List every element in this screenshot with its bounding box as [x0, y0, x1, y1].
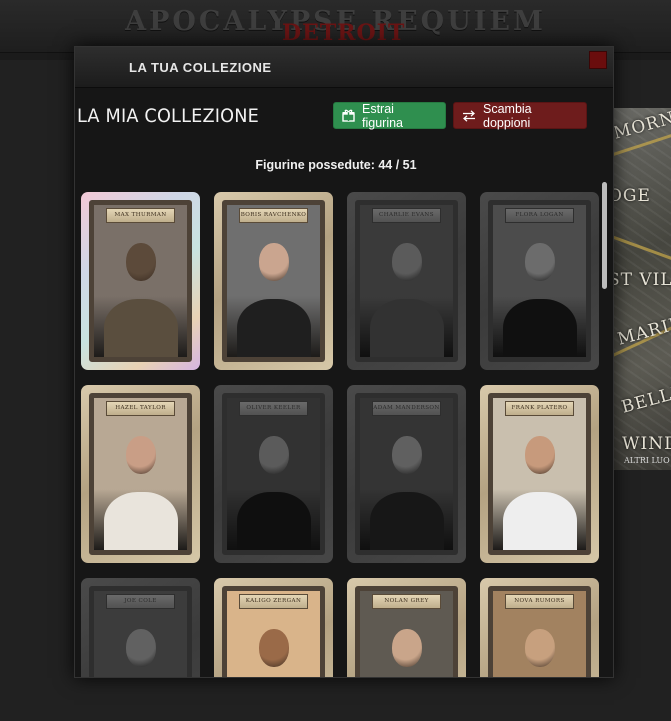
card-name-plate: HAZEL TAYLOR — [106, 401, 175, 416]
card-grid: MAX THURMAN BORIS RAVCHENKO CHARLIE EVANS F… — [81, 192, 601, 677]
map-label-st-vill: ST VILL — [612, 270, 671, 290]
scrollbar-thumb[interactable] — [602, 182, 607, 289]
collection-card[interactable]: JOE COLE — [81, 578, 200, 677]
card-frame: BORIS RAVCHENKO — [222, 200, 325, 362]
gift-icon — [342, 109, 355, 122]
card-frame: OLIVER KEELER — [222, 393, 325, 555]
card-portrait — [493, 398, 586, 550]
card-frame: MAX THURMAN — [89, 200, 192, 362]
collection-card[interactable]: BORIS RAVCHENKO — [214, 192, 333, 370]
card-frame: ADAM MANDERSON — [355, 393, 458, 555]
card-frame: NOLAN GREY — [355, 586, 458, 677]
card-name-plate: ADAM MANDERSON — [372, 401, 441, 416]
collection-card[interactable]: CHARLIE EVANS — [347, 192, 466, 370]
card-name-plate: NOVA RUMORS — [505, 594, 574, 609]
collection-card[interactable]: OLIVER KEELER — [214, 385, 333, 563]
collection-heading: LA MIA COLLEZIONE — [77, 105, 259, 127]
swap-arrows-icon — [463, 109, 475, 122]
map-label-oge: OGE — [612, 186, 651, 206]
city-map-preview[interactable]: MORN OGE ST VILL MARINA BELLE I WINDS AL… — [612, 108, 671, 470]
collection-card[interactable]: NOLAN GREY — [347, 578, 466, 677]
map-label-marina: MARINA — [615, 309, 671, 350]
card-frame: FRANK PLATERO — [488, 393, 591, 555]
modal-titlebar: LA TUA COLLEZIONE — [75, 47, 613, 88]
card-name-plate: NOLAN GREY — [372, 594, 441, 609]
map-label-winds: WINDS — [622, 434, 671, 454]
card-frame: JOE COLE — [89, 586, 192, 677]
card-portrait — [360, 205, 453, 357]
map-label-altri: ALTRI LUO — [624, 456, 670, 465]
card-name-plate: CHARLIE EVANS — [372, 208, 441, 223]
card-portrait — [94, 205, 187, 357]
card-name-plate: KALIGO ZERGAN — [239, 594, 308, 609]
swap-duplicates-button[interactable]: Scambia doppioni — [453, 101, 587, 130]
collection-card[interactable]: NOVA RUMORS — [480, 578, 599, 677]
card-frame: CHARLIE EVANS — [355, 200, 458, 362]
card-name-plate: FRANK PLATERO — [505, 401, 574, 416]
collection-modal: LA TUA COLLEZIONE LA MIA COLLEZIONE Estr… — [74, 46, 614, 678]
close-icon[interactable] — [589, 51, 607, 69]
collection-card[interactable]: KALIGO ZERGAN — [214, 578, 333, 677]
map-label-belle-i: BELLE I — [619, 378, 671, 418]
card-portrait — [227, 205, 320, 357]
card-frame: HAZEL TAYLOR — [89, 393, 192, 555]
card-portrait — [227, 398, 320, 550]
collection-card[interactable]: FRANK PLATERO — [480, 385, 599, 563]
card-name-plate: OLIVER KEELER — [239, 401, 308, 416]
modal-title: LA TUA COLLEZIONE — [129, 60, 272, 75]
collection-card[interactable]: MAX THURMAN — [81, 192, 200, 370]
card-frame: KALIGO ZERGAN — [222, 586, 325, 677]
collection-card[interactable]: HAZEL TAYLOR — [81, 385, 200, 563]
card-portrait — [94, 398, 187, 550]
draw-card-button[interactable]: Estrai figurina — [333, 101, 446, 130]
card-frame: FLORA LOGAN — [488, 200, 591, 362]
collection-card[interactable]: FLORA LOGAN — [480, 192, 599, 370]
owned-count: Figurine possedute: 44 / 51 — [255, 158, 417, 172]
site-logo-sub: DETROIT — [282, 20, 406, 46]
card-name-plate: BORIS RAVCHENKO — [239, 208, 308, 223]
card-frame: NOVA RUMORS — [488, 586, 591, 677]
card-name-plate: JOE COLE — [106, 594, 175, 609]
card-name-plate: MAX THURMAN — [106, 208, 175, 223]
card-portrait — [360, 398, 453, 550]
swap-duplicates-label: Scambia doppioni — [483, 101, 532, 130]
modal-body: LA MIA COLLEZIONE Estrai figurina Scambi… — [75, 87, 613, 677]
card-portrait — [493, 205, 586, 357]
collection-card[interactable]: ADAM MANDERSON — [347, 385, 466, 563]
card-name-plate: FLORA LOGAN — [505, 208, 574, 223]
draw-card-label: Estrai figurina — [362, 101, 403, 130]
